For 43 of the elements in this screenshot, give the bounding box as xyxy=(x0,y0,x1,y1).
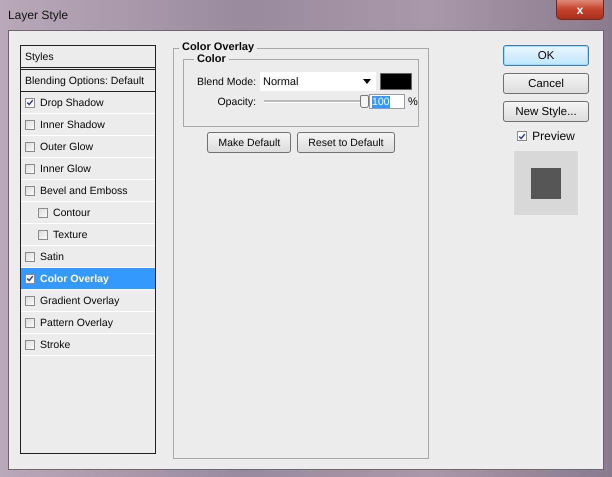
style-item[interactable]: Inner Shadow xyxy=(21,114,155,136)
checkbox[interactable] xyxy=(38,230,48,240)
close-button[interactable]: x xyxy=(556,0,604,20)
preview-label: Preview xyxy=(532,129,575,143)
field-label: Blend Mode: xyxy=(196,76,257,88)
style-item[interactable]: Contour xyxy=(21,202,155,224)
window-title: Layer Style xyxy=(8,8,68,22)
group-title: Color xyxy=(194,53,229,65)
checkbox[interactable] xyxy=(517,131,528,141)
checkbox[interactable] xyxy=(25,142,35,152)
checkbox[interactable] xyxy=(25,186,35,196)
style-item[interactable]: Texture xyxy=(21,224,155,246)
color-swatch[interactable] xyxy=(380,73,412,90)
caret-icon xyxy=(363,79,371,84)
blend-mode-dropdown[interactable]: Normal xyxy=(260,72,376,91)
style-item[interactable]: Outer Glow xyxy=(21,136,155,158)
style-item[interactable]: Inner Glow xyxy=(21,158,155,180)
style-item[interactable]: Styles xyxy=(21,46,155,70)
style-item[interactable]: Stroke xyxy=(21,334,155,356)
checkbox[interactable] xyxy=(25,340,35,350)
group-title: Color Overlay xyxy=(179,41,258,53)
unit-label: % xyxy=(408,96,418,108)
style-item[interactable]: Bevel and Emboss xyxy=(21,180,155,202)
dialog-button[interactable]: OK xyxy=(503,45,589,66)
checkbox[interactable] xyxy=(38,208,48,218)
checkbox[interactable] xyxy=(25,164,35,174)
dialog-button[interactable]: Cancel xyxy=(503,73,589,94)
panel-button[interactable]: Make Default xyxy=(207,132,292,153)
checkbox[interactable] xyxy=(25,98,35,108)
checkbox[interactable] xyxy=(25,274,35,284)
panel-button[interactable]: Reset to Default xyxy=(297,132,395,153)
preview-thumbnail xyxy=(514,151,578,215)
checkbox[interactable] xyxy=(25,120,35,130)
style-item[interactable]: Pattern Overlay xyxy=(21,312,155,334)
checkbox[interactable] xyxy=(25,252,35,262)
field-label: Opacity: xyxy=(216,96,257,108)
style-item[interactable]: Gradient Overlay xyxy=(21,290,155,312)
dialog-button[interactable]: New Style... xyxy=(503,101,589,122)
checkbox[interactable] xyxy=(25,296,35,306)
style-item[interactable]: Blending Options: Default xyxy=(21,70,155,92)
style-item[interactable]: Drop Shadow xyxy=(21,92,155,114)
slider-thumb[interactable] xyxy=(360,95,369,108)
checkbox[interactable] xyxy=(25,318,35,328)
